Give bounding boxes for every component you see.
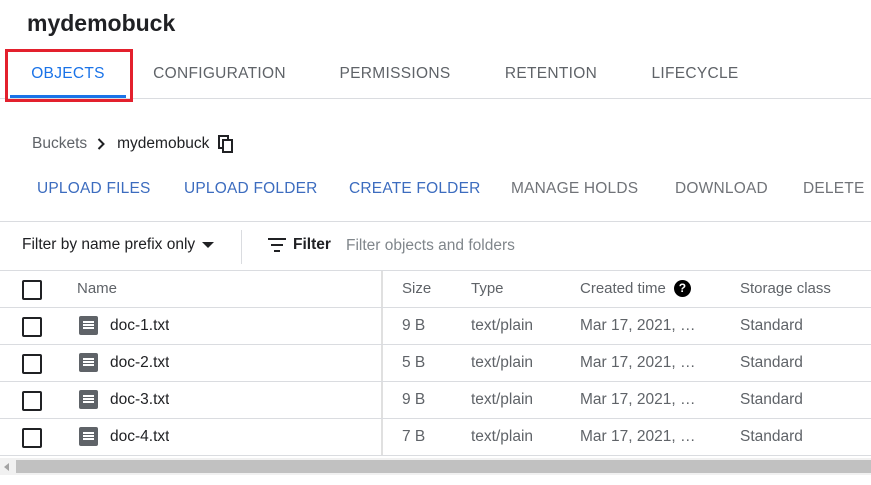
object-size: 7 B bbox=[402, 428, 426, 445]
upload-files-button[interactable]: UPLOAD FILES bbox=[37, 170, 151, 208]
column-header-created[interactable]: Created time? bbox=[580, 271, 691, 307]
object-type: text/plain bbox=[471, 391, 534, 408]
table-row: doc-1.txt 9 B text/plain Mar 17, 2021, …… bbox=[0, 308, 871, 345]
row-checkbox[interactable] bbox=[22, 428, 42, 448]
upload-folder-button[interactable]: UPLOAD FOLDER bbox=[184, 170, 318, 208]
row-checkbox[interactable] bbox=[22, 354, 42, 374]
tab-configuration[interactable]: CONFIGURATION bbox=[146, 52, 293, 98]
filter-label[interactable]: Filter bbox=[293, 236, 331, 254]
column-header-size[interactable]: Size bbox=[402, 271, 431, 307]
object-name-link[interactable]: doc-2.txt bbox=[110, 345, 169, 381]
delete-button[interactable]: DELETE bbox=[803, 170, 865, 208]
object-storage-class: Standard bbox=[740, 428, 803, 445]
row-checkbox[interactable] bbox=[22, 317, 42, 337]
object-created: Mar 17, 2021, … bbox=[580, 428, 696, 445]
object-created: Mar 17, 2021, … bbox=[580, 391, 696, 408]
download-button[interactable]: DOWNLOAD bbox=[675, 170, 768, 208]
scrollbar-thumb[interactable] bbox=[16, 460, 871, 473]
table-row: doc-2.txt 5 B text/plain Mar 17, 2021, …… bbox=[0, 345, 871, 382]
manage-holds-button[interactable]: MANAGE HOLDS bbox=[511, 170, 638, 208]
filter-input[interactable] bbox=[346, 234, 726, 258]
breadcrumb-buckets-link[interactable]: Buckets bbox=[32, 135, 87, 153]
chevron-right-icon bbox=[97, 138, 106, 150]
column-header-type[interactable]: Type bbox=[471, 271, 504, 307]
action-toolbar: UPLOAD FILES UPLOAD FOLDER CREATE FOLDER… bbox=[0, 170, 871, 210]
table-row: doc-3.txt 9 B text/plain Mar 17, 2021, …… bbox=[0, 382, 871, 419]
objects-table: Name Size Type Created time? Storage cla… bbox=[0, 271, 871, 456]
filter-prefix-label: Filter by name prefix only bbox=[22, 236, 196, 253]
object-type: text/plain bbox=[471, 354, 534, 371]
horizontal-scrollbar[interactable] bbox=[0, 458, 871, 475]
file-icon bbox=[79, 427, 98, 446]
filter-icon[interactable] bbox=[268, 238, 286, 257]
object-name-link[interactable]: doc-3.txt bbox=[110, 382, 169, 418]
column-header-storage-class[interactable]: Storage class bbox=[740, 271, 831, 307]
highlight-annotation bbox=[5, 49, 133, 102]
filter-prefix-select[interactable]: Filter by name prefix only bbox=[22, 236, 215, 254]
breadcrumb-current: mydemobuck bbox=[117, 135, 210, 152]
tab-retention[interactable]: RETENTION bbox=[498, 52, 604, 98]
object-size: 5 B bbox=[402, 354, 426, 371]
object-storage-class: Standard bbox=[740, 354, 803, 371]
object-size: 9 B bbox=[402, 391, 426, 408]
object-type: text/plain bbox=[471, 317, 534, 334]
column-header-created-label: Created time bbox=[580, 280, 666, 297]
object-created: Mar 17, 2021, … bbox=[580, 354, 696, 371]
filter-bar: Filter by name prefix only Filter bbox=[0, 221, 871, 271]
object-name-link[interactable]: doc-1.txt bbox=[110, 308, 169, 344]
file-icon bbox=[79, 316, 98, 335]
object-storage-class: Standard bbox=[740, 391, 803, 408]
scroll-left-arrow-icon[interactable] bbox=[4, 463, 9, 471]
bucket-title: mydemobuck bbox=[27, 10, 176, 36]
select-all-checkbox[interactable] bbox=[22, 280, 42, 300]
breadcrumb: Buckets mydemobuck bbox=[32, 133, 234, 155]
row-checkbox[interactable] bbox=[22, 391, 42, 411]
table-header-row: Name Size Type Created time? Storage cla… bbox=[0, 271, 871, 308]
object-size: 9 B bbox=[402, 317, 426, 334]
divider bbox=[241, 230, 242, 264]
tab-permissions[interactable]: PERMISSIONS bbox=[333, 52, 457, 98]
file-icon bbox=[79, 353, 98, 372]
object-storage-class: Standard bbox=[740, 317, 803, 334]
tab-lifecycle[interactable]: LIFECYCLE bbox=[645, 52, 745, 98]
column-header-name[interactable]: Name bbox=[77, 271, 117, 307]
dropdown-caret-icon bbox=[202, 242, 215, 248]
copy-icon[interactable] bbox=[218, 135, 234, 153]
object-name-link[interactable]: doc-4.txt bbox=[110, 419, 169, 455]
object-created: Mar 17, 2021, … bbox=[580, 317, 696, 334]
create-folder-button[interactable]: CREATE FOLDER bbox=[349, 170, 481, 208]
file-icon bbox=[79, 390, 98, 409]
object-type: text/plain bbox=[471, 428, 534, 445]
help-icon[interactable]: ? bbox=[673, 279, 691, 297]
table-row: doc-4.txt 7 B text/plain Mar 17, 2021, …… bbox=[0, 419, 871, 456]
